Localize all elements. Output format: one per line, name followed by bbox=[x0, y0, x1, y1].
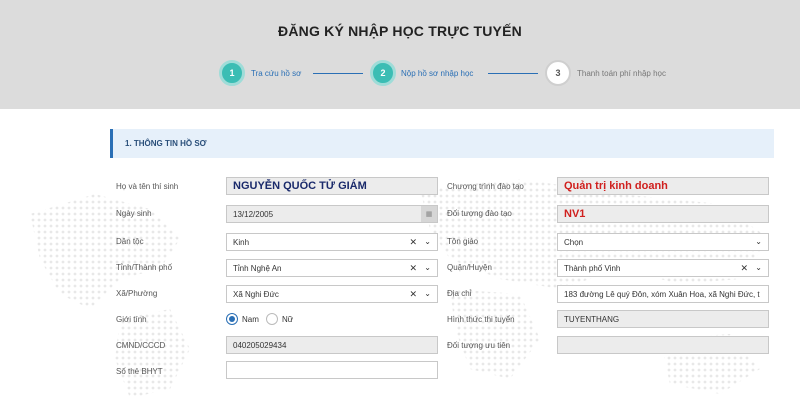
label-quan: Quận/Huyện bbox=[447, 263, 492, 272]
label-tinh: Tỉnh/Thành phố bbox=[116, 263, 173, 272]
label-doi-tuong-dt: Đối tượng đào tạo bbox=[447, 209, 512, 218]
radio-nam-label[interactable]: Nam bbox=[242, 315, 259, 324]
ton-giao-value: Chọn bbox=[564, 237, 584, 247]
chevron-down-icon[interactable]: ⌄ bbox=[755, 263, 762, 272]
calendar-icon[interactable]: ▦ bbox=[421, 206, 437, 222]
radio-nu-label[interactable]: Nữ bbox=[282, 315, 293, 324]
radio-nam[interactable] bbox=[226, 313, 238, 325]
radio-nu[interactable] bbox=[266, 313, 278, 325]
step-3-circle[interactable]: 3 bbox=[545, 60, 571, 86]
page-title: ĐĂNG KÝ NHẬP HỌC TRỰC TUYẾN bbox=[278, 23, 522, 39]
label-ton-giao: Tôn giáo bbox=[447, 237, 479, 246]
ho-ten-field: NGUYỄN QUỐC TỬ GIÁM bbox=[226, 177, 438, 195]
dan-toc-select[interactable]: Kinh ✕ ⌄ bbox=[226, 233, 438, 251]
hinh-thuc-field: TUYENTHANG bbox=[557, 310, 769, 328]
chevron-down-icon[interactable]: ⌄ bbox=[424, 237, 431, 246]
step-1-label[interactable]: Tra cứu hồ sơ bbox=[251, 69, 301, 78]
clear-icon[interactable]: ✕ bbox=[409, 263, 417, 274]
label-uu-tien: Đối tượng ưu tiên bbox=[447, 341, 511, 350]
bhyt-input[interactable] bbox=[226, 361, 438, 379]
step-1-circle[interactable]: 1 bbox=[219, 60, 245, 86]
ngay-sinh-field[interactable]: 13/12/2005 ▦ bbox=[226, 205, 438, 223]
uu-tien-field bbox=[557, 336, 769, 354]
step-2-label[interactable]: Nộp hồ sơ nhập học bbox=[401, 69, 473, 78]
section-header: 1. THÔNG TIN HỒ SƠ bbox=[110, 129, 774, 158]
label-dan-toc: Dân tộc bbox=[116, 237, 144, 246]
step-connector-1 bbox=[313, 73, 363, 74]
ngay-sinh-value: 13/12/2005 bbox=[233, 209, 274, 219]
page-header: ĐĂNG KÝ NHẬP HỌC TRỰC TUYẾN 1 Tra cứu hồ… bbox=[0, 0, 800, 109]
doi-tuong-dt-field: NV1 bbox=[557, 205, 769, 223]
step-connector-2 bbox=[488, 73, 538, 74]
label-ho-ten: Họ và tên thí sinh bbox=[116, 182, 179, 191]
chevron-down-icon[interactable]: ⌄ bbox=[755, 237, 762, 246]
dan-toc-value: Kinh bbox=[233, 237, 250, 247]
label-xa: Xã/Phường bbox=[116, 289, 158, 298]
tinh-value: Tỉnh Nghệ An bbox=[233, 263, 282, 273]
xa-select[interactable]: Xã Nghi Đức ✕ ⌄ bbox=[226, 285, 438, 303]
quan-value: Thành phố Vinh bbox=[564, 263, 621, 273]
label-cmnd: CMND/CCCD bbox=[116, 341, 166, 350]
clear-icon[interactable]: ✕ bbox=[409, 289, 417, 300]
label-ngay-sinh: Ngày sinh bbox=[116, 209, 152, 218]
ton-giao-select[interactable]: Chọn ⌄ bbox=[557, 233, 769, 251]
label-bhyt: Số thẻ BHYT bbox=[116, 367, 163, 376]
quan-select[interactable]: Thành phố Vinh ✕ ⌄ bbox=[557, 259, 769, 277]
step-3-label[interactable]: Thanh toán phí nhập học bbox=[577, 69, 666, 78]
label-gioi-tinh: Giới tính bbox=[116, 315, 147, 324]
chevron-down-icon[interactable]: ⌄ bbox=[424, 263, 431, 272]
label-hinh-thuc: Hình thức thi tuyển bbox=[447, 315, 515, 324]
label-dia-chi: Địa chỉ bbox=[447, 289, 472, 298]
clear-icon[interactable]: ✕ bbox=[740, 263, 748, 274]
xa-value: Xã Nghi Đức bbox=[233, 289, 279, 299]
chuong-trinh-field: Quản trị kinh doanh bbox=[557, 177, 769, 195]
clear-icon[interactable]: ✕ bbox=[409, 237, 417, 248]
step-2-circle[interactable]: 2 bbox=[370, 60, 396, 86]
label-chuong-trinh: Chương trình đào tạo bbox=[447, 182, 524, 191]
dia-chi-input[interactable]: 183 đường Lê quý Đôn, xóm Xuân Hoa, xã N… bbox=[557, 285, 769, 303]
cmnd-field: 040205029434 bbox=[226, 336, 438, 354]
tinh-select[interactable]: Tỉnh Nghệ An ✕ ⌄ bbox=[226, 259, 438, 277]
chevron-down-icon[interactable]: ⌄ bbox=[424, 289, 431, 298]
section-title: 1. THÔNG TIN HỒ SƠ bbox=[125, 139, 207, 148]
